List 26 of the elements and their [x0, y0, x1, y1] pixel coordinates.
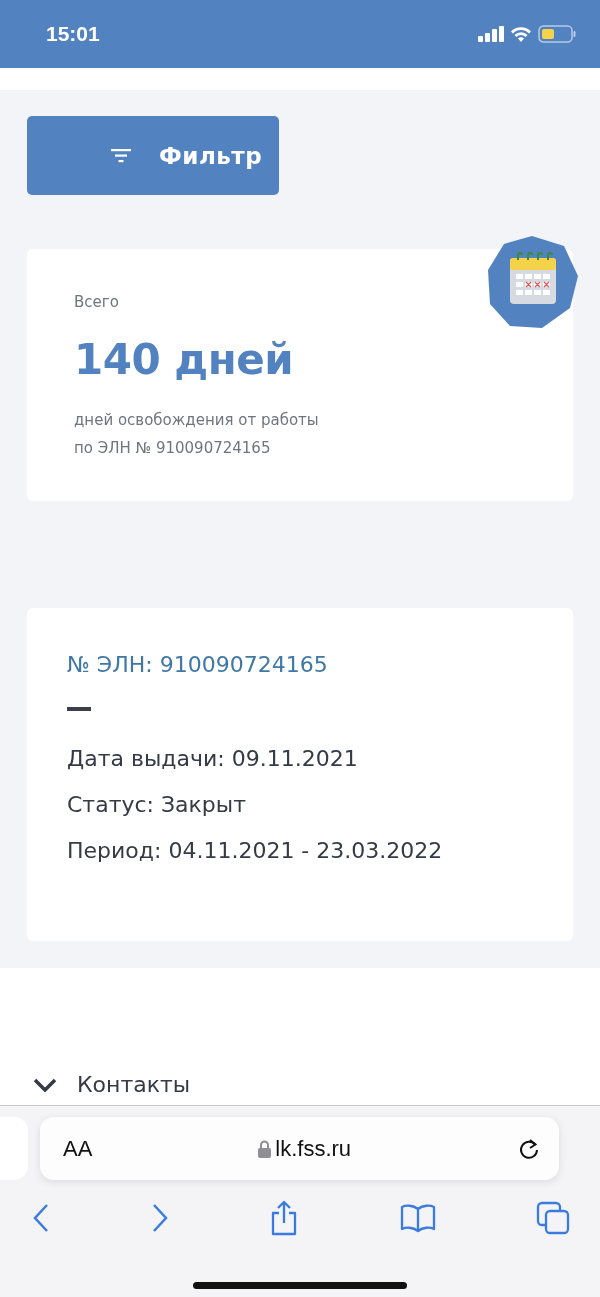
- address-bar[interactable]: AA lk.fss.ru: [40, 1117, 559, 1180]
- description-line: дней освобождения от работы: [74, 410, 320, 431]
- book-icon[interactable]: [399, 1203, 436, 1233]
- lock-icon: [258, 1139, 272, 1158]
- filter-icon: [111, 148, 131, 163]
- text-size-button[interactable]: AA: [63, 1135, 93, 1162]
- reload-icon[interactable]: [517, 1136, 541, 1161]
- document-number: № ЭЛН: 910090724165: [67, 652, 329, 677]
- signal-icon: [478, 26, 504, 42]
- battery-icon: [538, 25, 576, 43]
- wifi-icon: [510, 26, 532, 42]
- share-icon[interactable]: [269, 1200, 299, 1236]
- url-text: lk.fss.ru: [275, 1135, 352, 1162]
- document-field: Дата выдачи: 09.11.2021: [67, 743, 533, 774]
- document-field: Статус: Закрыт: [67, 789, 533, 820]
- document-field: Период: 04.11.2021 - 23.03.2022: [67, 835, 533, 866]
- chevron-icon[interactable]: [33, 1077, 57, 1092]
- forward-icon[interactable]: [150, 1203, 169, 1233]
- total-days: 140 дней: [74, 335, 526, 384]
- contacts-label[interactable]: Контакты: [77, 1072, 191, 1097]
- clock-time: 15:01: [46, 22, 100, 46]
- description-line: по ЭЛН № 910090724165: [74, 438, 272, 459]
- total-caption: Всего: [74, 293, 120, 311]
- filter-button[interactable]: Фильтр: [27, 116, 279, 195]
- tabs-icon[interactable]: [536, 1201, 570, 1235]
- back-icon[interactable]: [32, 1203, 50, 1233]
